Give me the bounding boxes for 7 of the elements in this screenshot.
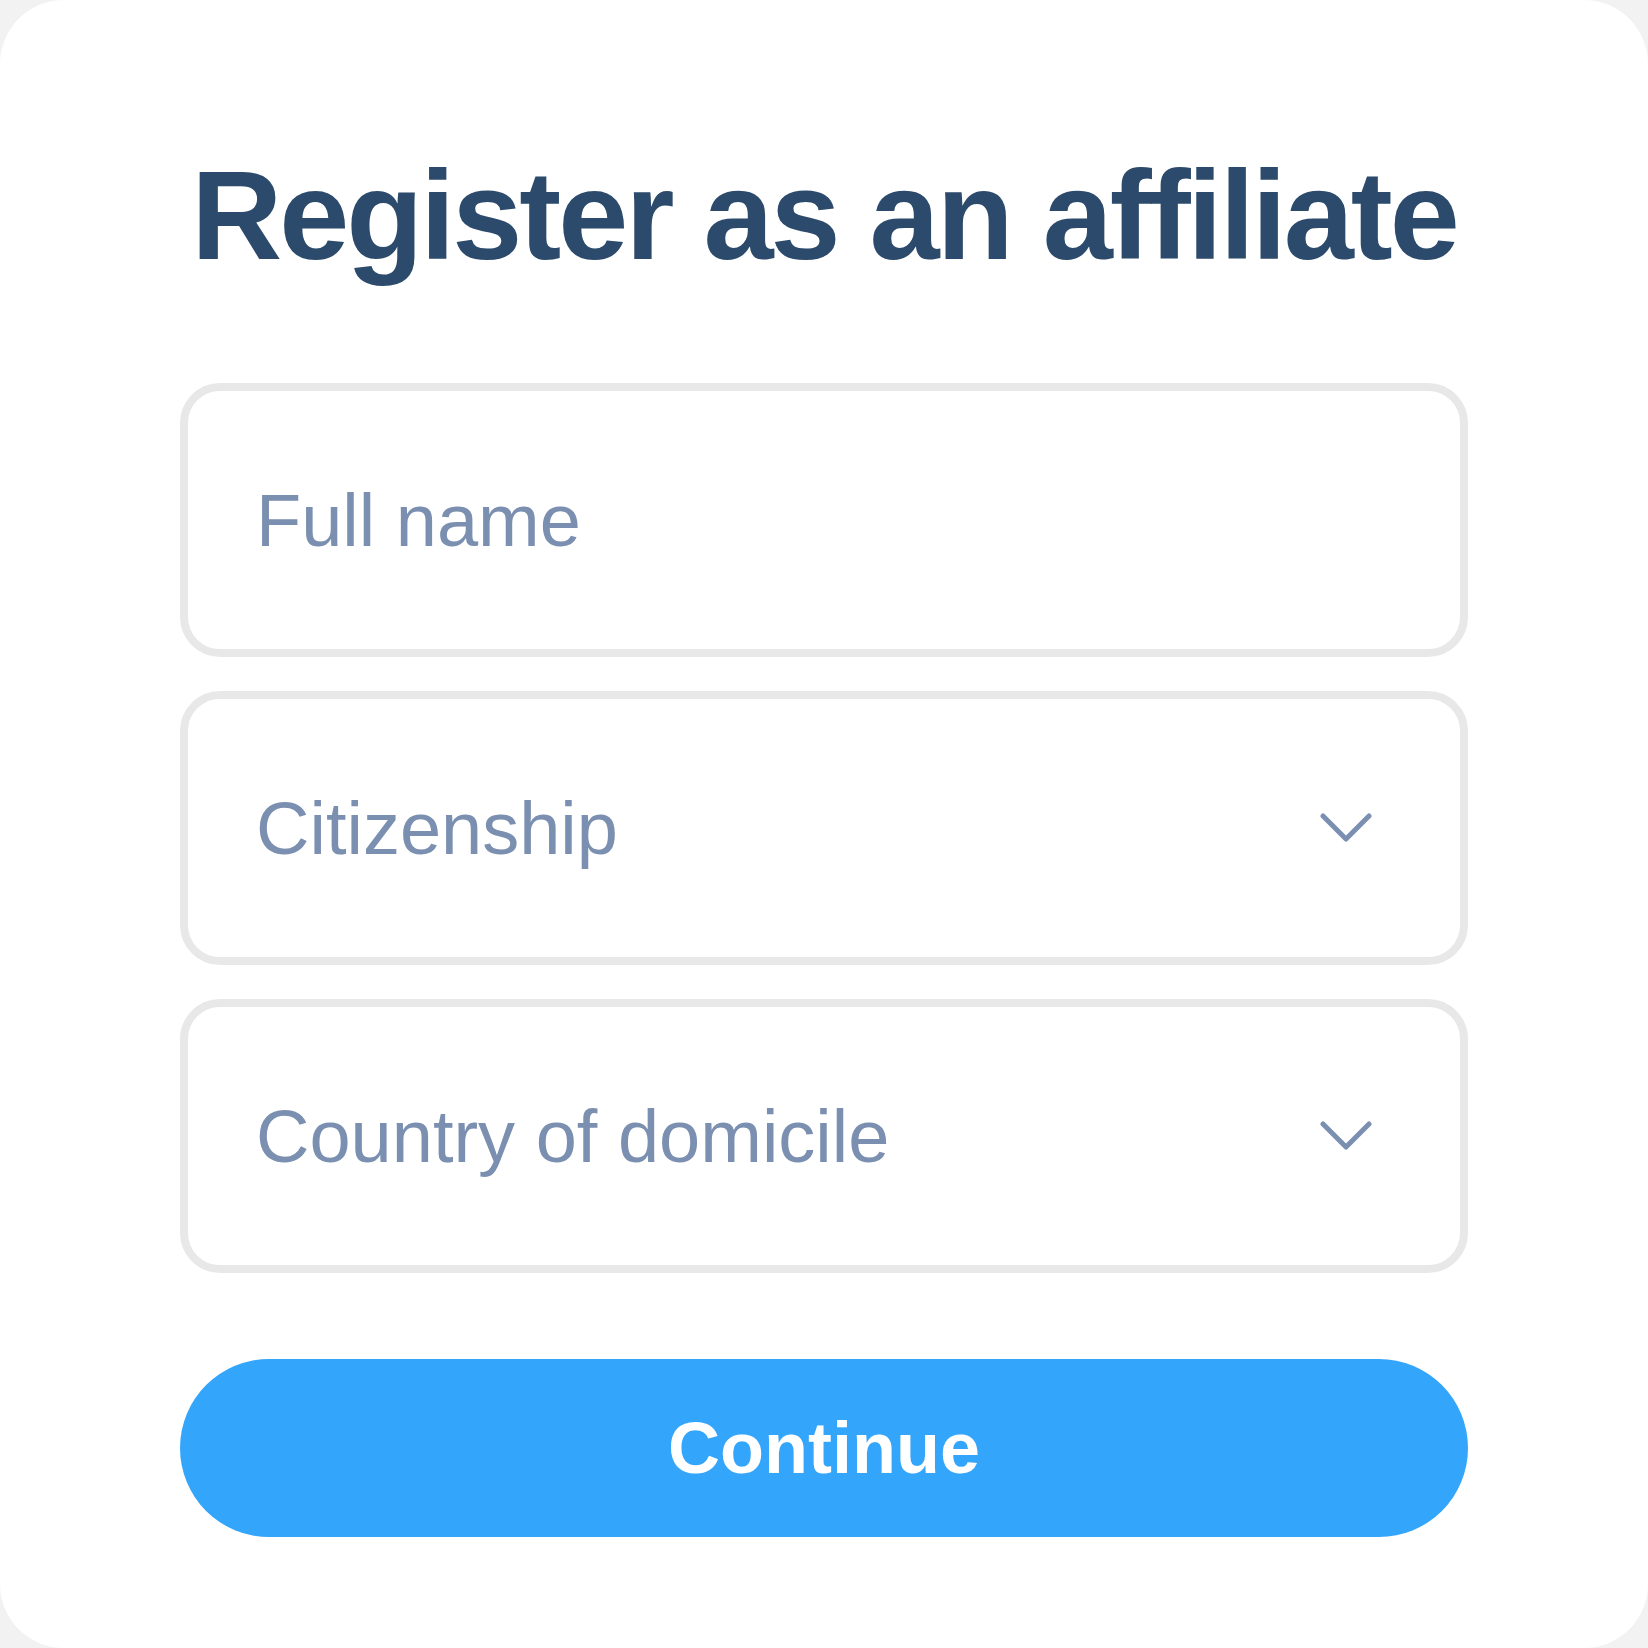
- dropdown-field[interactable]: Country of domicile: [180, 999, 1468, 1274]
- page-title: Register as an affiliate: [191, 144, 1457, 288]
- continue-button[interactable]: Continue: [180, 1359, 1468, 1538]
- chevron-down-icon: [1320, 813, 1372, 844]
- input-field[interactable]: Full name: [180, 383, 1468, 658]
- chevron-down-icon: [1320, 1121, 1372, 1152]
- dropdown-field[interactable]: Citizenship: [180, 691, 1468, 966]
